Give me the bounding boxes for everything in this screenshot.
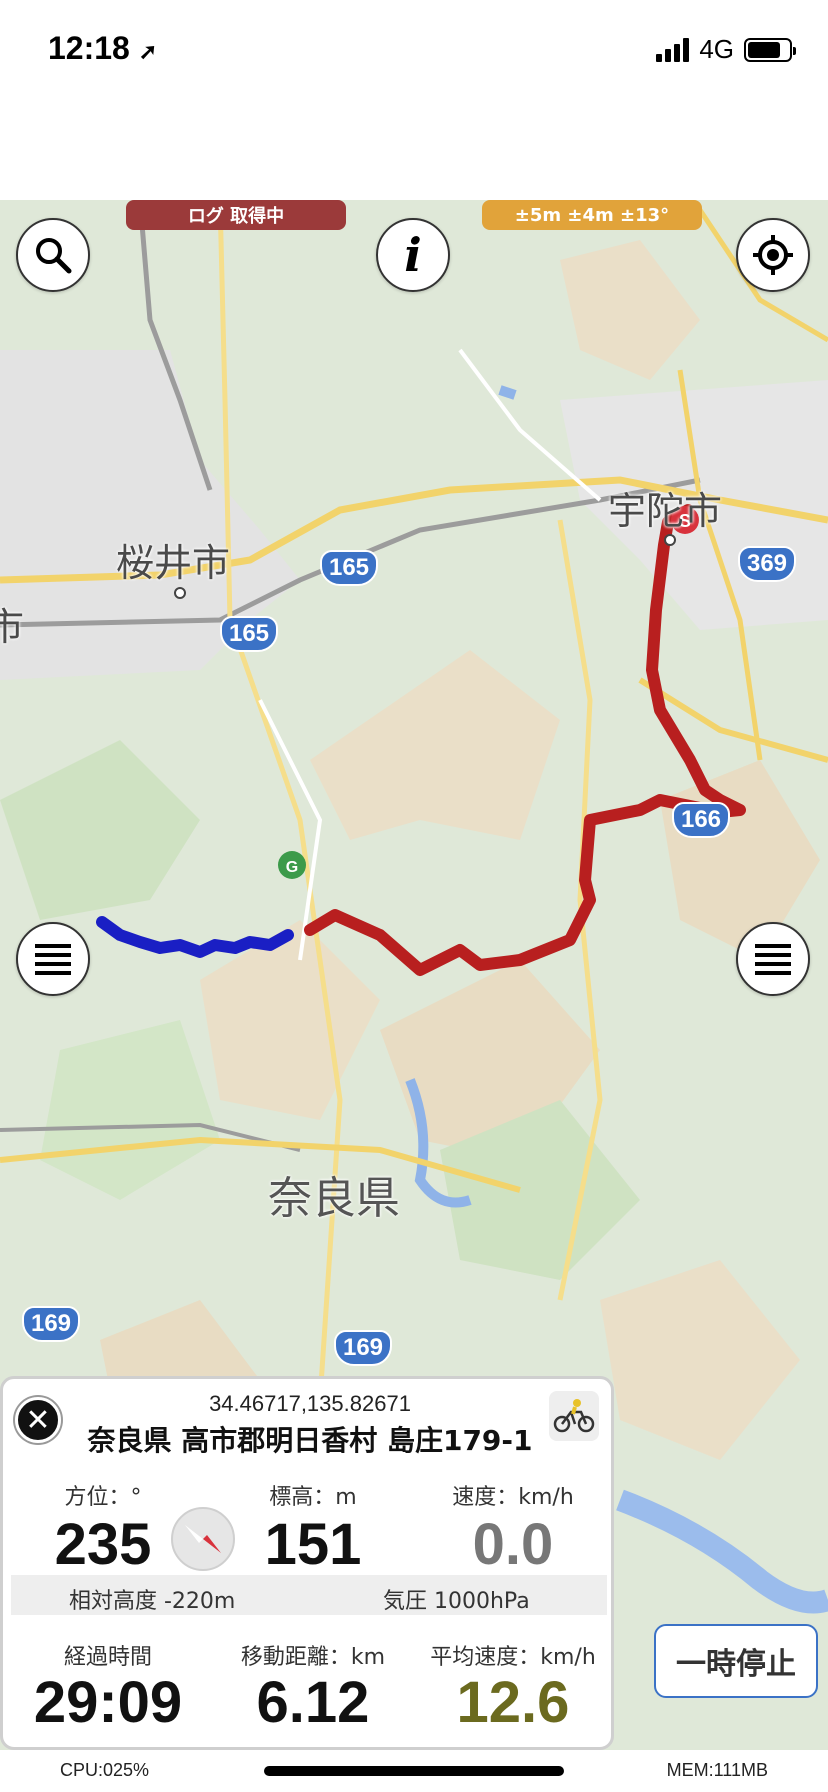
status-time: 12:18 ➚ bbox=[48, 30, 157, 67]
svg-text:G: G bbox=[286, 859, 298, 876]
average-speed-value: 12.6 bbox=[456, 1670, 570, 1735]
goal-marker[interactable]: G bbox=[278, 851, 306, 879]
address-text: 奈良県 高市郡明日香村 島庄179-1 bbox=[87, 1424, 533, 1457]
compass-icon bbox=[171, 1507, 235, 1571]
coordinates-text: 34.46717,135.82671 bbox=[209, 1391, 411, 1416]
place-label-edge: 市 bbox=[0, 605, 25, 649]
route-shield-166: 166 bbox=[672, 802, 730, 838]
elapsed-time-value: 29:09 bbox=[33, 1670, 183, 1735]
heading-value: 235 bbox=[54, 1512, 152, 1577]
activity-type-button[interactable] bbox=[549, 1391, 599, 1441]
heading-label: 方位：° bbox=[64, 1485, 142, 1510]
route-shield-369: 369 bbox=[738, 546, 796, 582]
pressure-text: 気圧 1000hPa bbox=[383, 1589, 530, 1614]
current-location-button[interactable] bbox=[736, 218, 810, 292]
blue-track bbox=[96, 916, 294, 958]
elapsed-time-label: 経過時間 bbox=[63, 1645, 152, 1670]
bottom-bar: CPU:025% MEM:111MB bbox=[0, 1750, 828, 1792]
location-arrow-icon: ➚ bbox=[138, 39, 158, 64]
time-text: 12:18 bbox=[48, 30, 130, 66]
search-button[interactable] bbox=[16, 218, 90, 292]
info-button[interactable]: i bbox=[376, 218, 450, 292]
crosshair-icon bbox=[753, 235, 793, 275]
log-status-badge: ログ 取得中 bbox=[126, 200, 346, 230]
hamburger-icon bbox=[755, 944, 791, 975]
route-shield-165b: 165 bbox=[220, 616, 278, 652]
place-label-nara: 奈良県 bbox=[268, 1173, 400, 1224]
home-indicator[interactable] bbox=[264, 1766, 564, 1776]
status-bar: 12:18 ➚ 4G bbox=[0, 0, 828, 200]
average-speed-label: 平均速度：km/h bbox=[430, 1645, 596, 1670]
search-icon bbox=[36, 238, 72, 274]
network-type: 4G bbox=[699, 34, 734, 64]
cpu-usage: CPU:025% bbox=[60, 1760, 150, 1780]
tracking-info-panel: ✕ 34.46717,135.82671 奈良県 高市郡明日香村 島庄179-1… bbox=[0, 1376, 614, 1750]
speed-label: 速度：km/h bbox=[452, 1485, 574, 1510]
route-shield-165a: 165 bbox=[320, 550, 378, 586]
left-menu-button[interactable] bbox=[16, 922, 90, 996]
route-shield-169b: 169 bbox=[334, 1330, 392, 1366]
altitude-label: 標高：m bbox=[269, 1485, 357, 1510]
altitude-value: 151 bbox=[264, 1512, 362, 1577]
status-icons: 4G bbox=[656, 34, 796, 65]
distance-label: 移動距離：km bbox=[240, 1645, 386, 1670]
cyclist-icon bbox=[553, 1399, 595, 1433]
place-label-uda: 宇陀市 bbox=[608, 489, 723, 533]
speed-value: 0.0 bbox=[472, 1512, 554, 1577]
distance-value: 6.12 bbox=[256, 1670, 370, 1735]
right-menu-button[interactable] bbox=[736, 922, 810, 996]
place-label-sakurai: 桜井市 bbox=[116, 541, 231, 585]
info-icon: i bbox=[404, 228, 422, 282]
accuracy-badge: ±5m ±4m ±13° bbox=[482, 200, 702, 230]
relative-altitude-text: 相対高度 -220m bbox=[69, 1589, 236, 1614]
battery-icon bbox=[744, 37, 796, 62]
hamburger-icon bbox=[35, 944, 71, 975]
route-shield-169a: 169 bbox=[22, 1306, 80, 1342]
pause-button[interactable]: 一時停止 bbox=[654, 1624, 818, 1698]
relative-altitude-row: 相対高度 -220m 気圧 1000hPa bbox=[11, 1575, 607, 1615]
signal-icon bbox=[656, 37, 690, 62]
memory-usage: MEM:111MB bbox=[666, 1760, 768, 1780]
